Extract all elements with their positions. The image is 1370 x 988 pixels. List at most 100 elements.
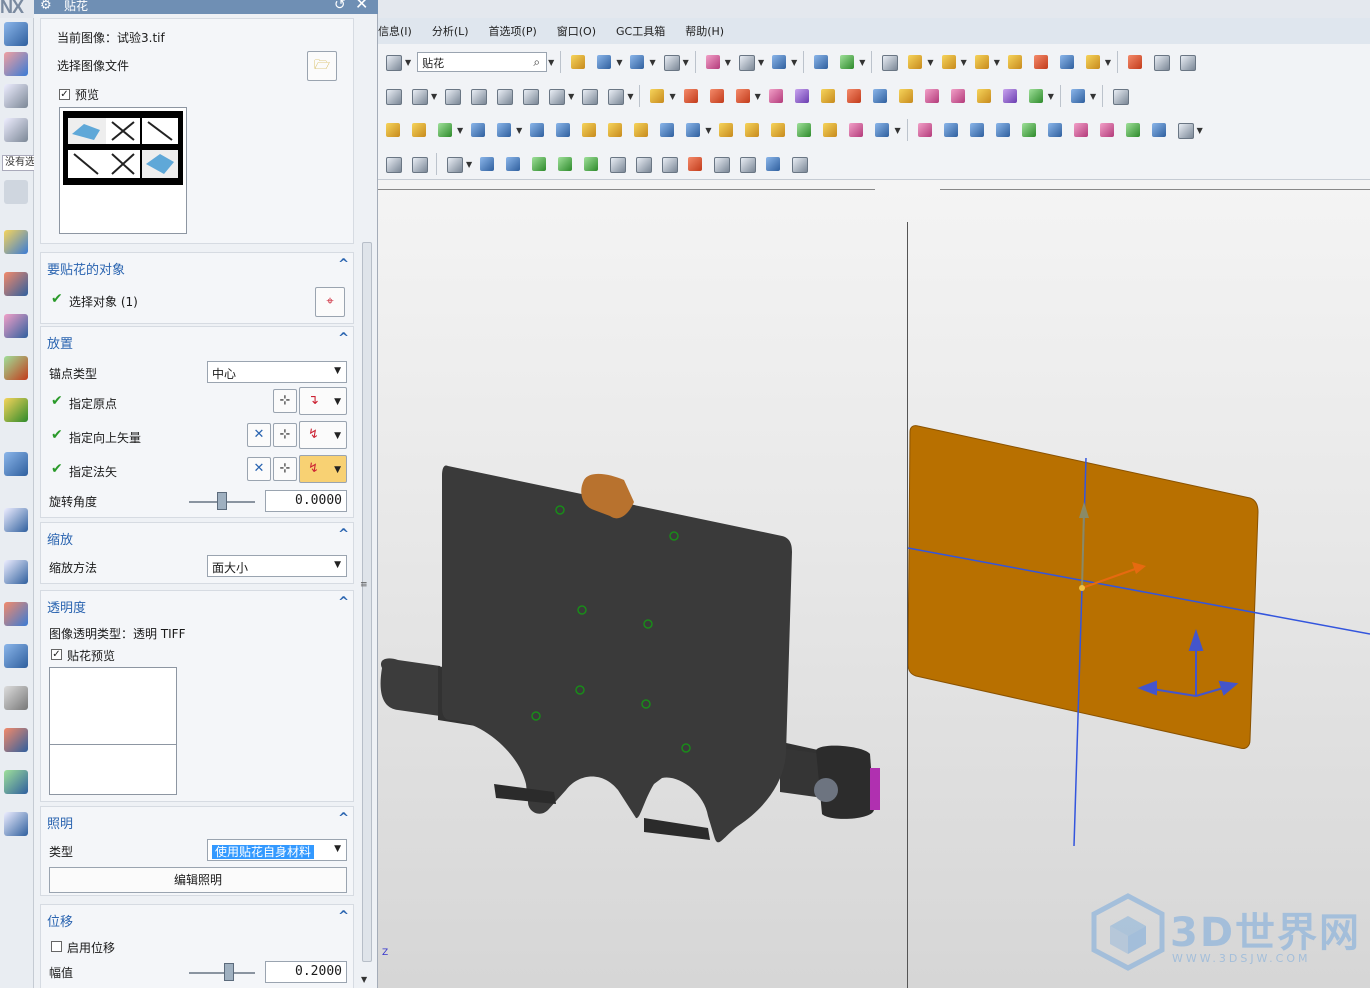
arc-center-icon[interactable] [658,153,680,175]
transition-icon[interactable] [1044,119,1066,141]
n-sided-icon[interactable] [1018,119,1040,141]
pocket-icon[interactable] [630,119,652,141]
dropdown-arrow-icon[interactable]: ▼ [431,92,437,101]
intersect-icon[interactable] [732,85,754,107]
reset-icon[interactable]: ↺ [334,0,346,12]
i-form-icon[interactable] [1122,119,1144,141]
dropdown-arrow-icon[interactable]: ▼ [649,58,655,67]
collapse-caret-icon[interactable]: ^ [338,595,349,610]
part-navigator-icon[interactable] [4,22,28,46]
intersection-point-icon[interactable] [632,153,654,175]
scale-section-header[interactable]: 缩放 ^ [41,523,355,551]
sheet-icon[interactable] [4,728,28,752]
surface-icon[interactable] [1025,85,1047,107]
list-icon[interactable] [4,812,28,836]
edit-lighting-button[interactable]: 编辑照明 [49,867,347,893]
lighting-type-dropdown[interactable]: 使用贴花自身材料 ▼ [207,839,347,861]
rotation-slider-handle[interactable] [217,492,227,510]
collapse-caret-icon[interactable]: ^ [338,909,349,924]
device-model[interactable] [380,465,880,843]
dropdown-arrow-icon[interactable]: ▼ [859,58,865,67]
snap-point-icon[interactable] [528,153,550,175]
open-folder-button[interactable]: 🗁 [307,51,337,81]
dropdown-arrow-icon[interactable]: ▼ [669,92,675,101]
constraint-icon[interactable] [1004,51,1026,73]
vector-type-dropdown[interactable]: ↯ ▼ [299,421,347,449]
target-section-header[interactable]: 要贴花的对象 ^ [41,253,355,281]
dropdown-arrow-icon[interactable]: ▼ [516,126,522,135]
dropdown-arrow-icon[interactable]: ▼ [683,58,689,67]
dropdown-arrow-icon[interactable]: ▼ [616,58,622,67]
section-view-icon[interactable] [810,51,832,73]
four-point-surface-icon[interactable] [914,119,936,141]
normal-vector-dialog-button[interactable]: ⊹ [273,457,297,481]
assembly-navigator-icon[interactable] [4,118,28,142]
studio-surface-icon[interactable] [819,119,841,141]
mesh-icon[interactable] [793,119,815,141]
teamcenter-icon[interactable] [4,452,28,476]
role-icon[interactable] [4,508,28,532]
boolean-icon[interactable] [680,85,702,107]
sweep-icon[interactable] [552,119,574,141]
dropdown-arrow-icon[interactable]: ▼ [568,92,574,101]
fit-view-icon[interactable] [702,51,724,73]
collapse-caret-icon[interactable]: ^ [338,257,349,272]
reuse-library-icon[interactable] [4,272,28,296]
face-filter-icon[interactable] [502,153,524,175]
collapse-caret-icon[interactable]: ^ [338,527,349,542]
tube-icon[interactable] [526,119,548,141]
sphere-icon[interactable] [434,119,456,141]
boss-icon[interactable] [604,119,626,141]
amplitude-input[interactable]: 0.2000 [265,961,347,983]
shell-icon[interactable] [817,85,839,107]
trim-icon[interactable] [493,85,515,107]
view-cube-icon[interactable] [768,51,790,73]
hole-icon[interactable] [578,119,600,141]
bridge-icon[interactable] [604,85,626,107]
settings-icon[interactable] [4,180,28,204]
dropdown-arrow-icon[interactable]: ▼ [627,92,633,101]
dropdown-arrow-icon[interactable]: ▼ [755,92,761,101]
dropdown-arrow-icon[interactable]: ▼ [1090,92,1096,101]
face-icon[interactable] [741,119,763,141]
dropdown-arrow-icon[interactable]: ▼ [466,160,472,169]
pattern-icon[interactable] [1056,51,1078,73]
select-object-button[interactable]: ⌖ [315,287,345,317]
intersect-curve-icon[interactable] [578,85,600,107]
sync-modeling-icon[interactable] [1067,85,1089,107]
dropdown-arrow-icon[interactable]: ▼ [927,58,933,67]
palette-icon[interactable] [4,602,28,626]
extrude-icon[interactable] [382,119,404,141]
analysis-icon[interactable] [1124,51,1146,73]
slot-icon[interactable] [682,119,704,141]
normal-type-dropdown[interactable]: ↯ ▼ [299,455,347,483]
amplitude-slider-handle[interactable] [223,963,234,981]
diamond-icon[interactable] [871,119,893,141]
ruled-icon[interactable] [767,119,789,141]
through-mesh-icon[interactable] [992,119,1014,141]
dropdown-arrow-icon[interactable]: ▼ [457,126,463,135]
groove-icon[interactable] [656,119,678,141]
trim-body-icon[interactable] [973,85,995,107]
swoop-icon[interactable] [845,119,867,141]
display-toggle-icon[interactable] [836,51,858,73]
project-icon[interactable] [545,85,567,107]
search-icon[interactable]: ⌕ [533,55,540,70]
command-search-input[interactable]: 贴花 ⌕ [417,52,548,72]
constraint-navigator-icon[interactable] [4,230,28,254]
sew-icon[interactable] [921,85,943,107]
selection-filter-label[interactable]: 没有选 [2,155,36,171]
extension-icon[interactable] [1148,119,1170,141]
collapse-caret-icon[interactable]: ^ [338,811,349,826]
lighting-section-header[interactable]: 照明 ^ [41,807,355,835]
specify-normal-label[interactable]: 指定法矢 [69,463,117,480]
analysis-tools-icon[interactable] [4,644,28,668]
dropdown-arrow-icon[interactable]: ▼ [894,126,900,135]
sketch-icon[interactable] [408,85,430,107]
point-on-curve-icon[interactable] [736,153,758,175]
tools-icon[interactable] [4,686,28,710]
subtract-icon[interactable] [706,85,728,107]
displacement-section-header[interactable]: 位移 ^ [41,905,355,933]
cylinder-icon[interactable] [493,119,515,141]
scrollbar-thumb[interactable] [362,242,372,962]
